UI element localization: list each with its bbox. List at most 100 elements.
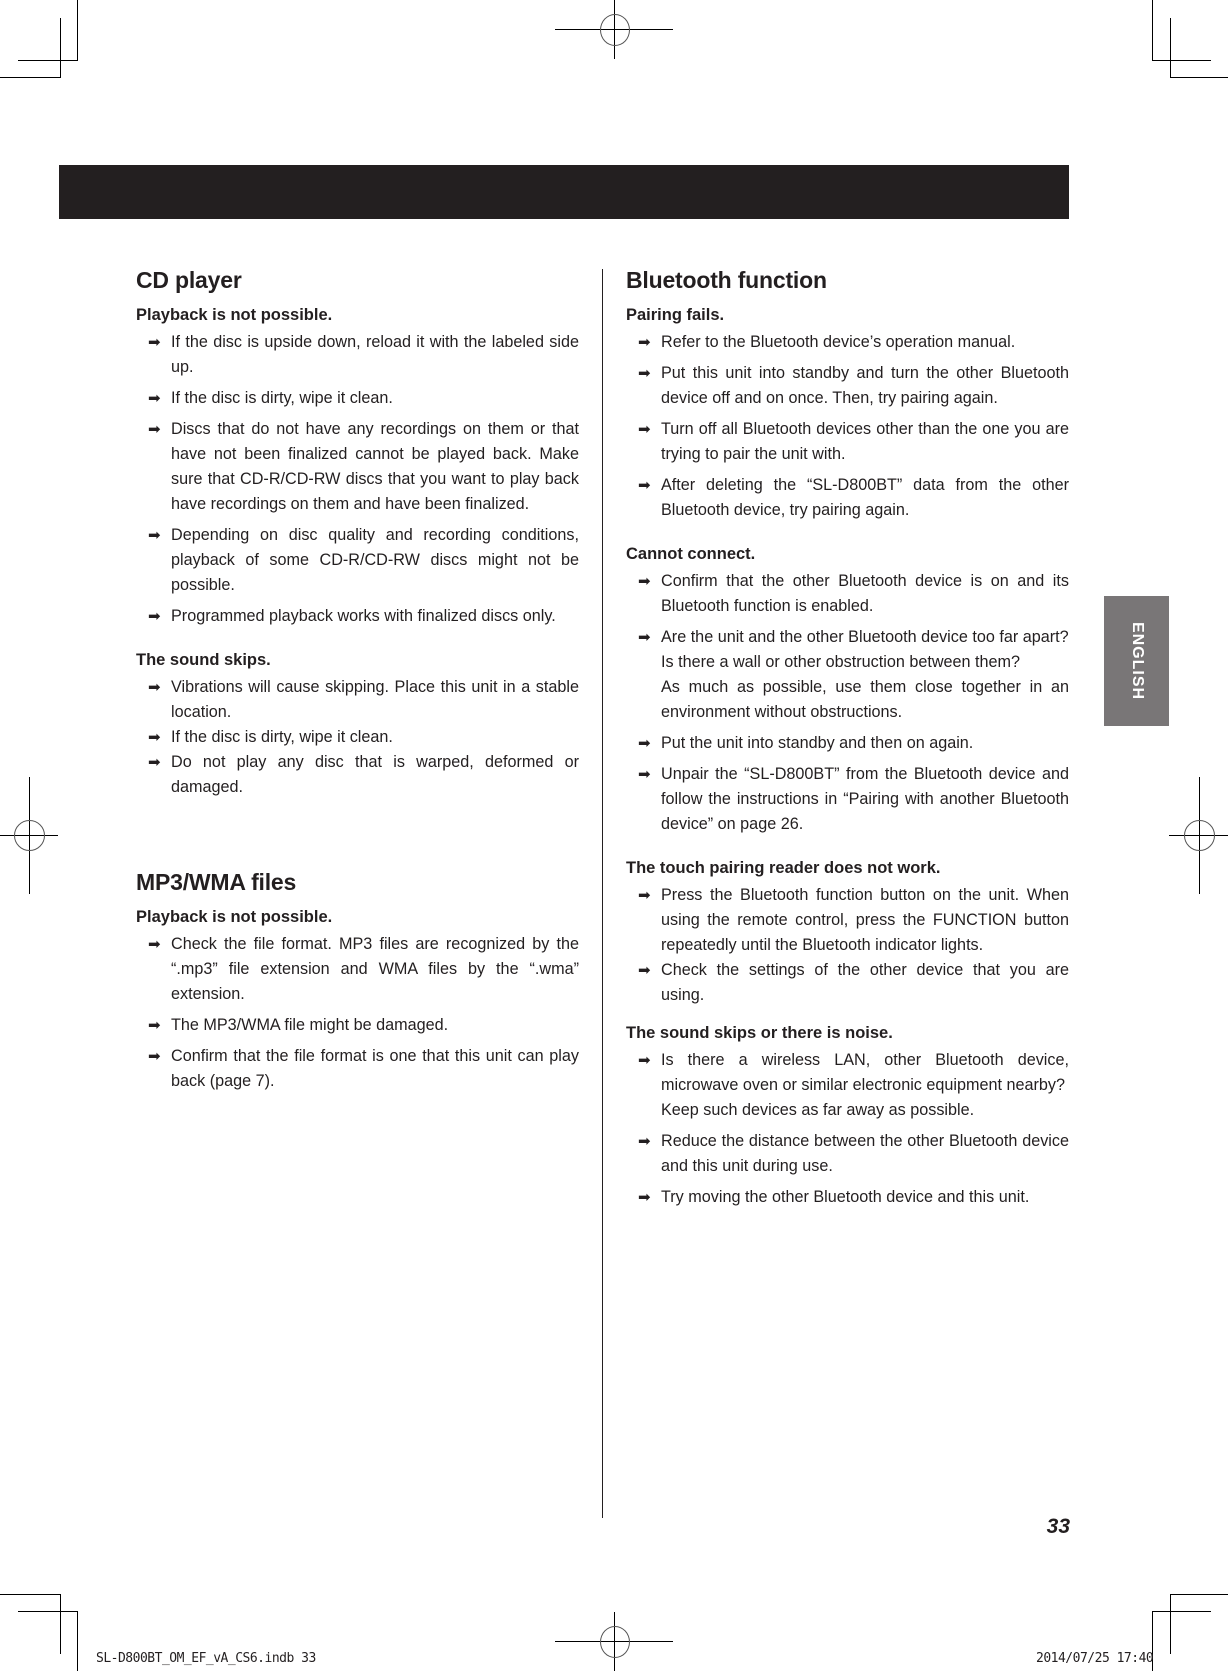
item-text: Unpair the “SL-D800BT” from the Bluetoot… <box>661 765 1069 833</box>
item-text: Is there a wireless LAN, other Bluetooth… <box>661 1051 1069 1094</box>
item-text: Vibrations will cause skipping. Place th… <box>171 678 579 721</box>
crop-mark-line <box>77 1611 78 1671</box>
list-item: ➡ Programmed playback works with finalize… <box>136 604 579 629</box>
problem-heading: The touch pairing reader does not work. <box>626 859 941 877</box>
crop-mark-line <box>1170 1594 1228 1595</box>
problem-heading: The sound skips. <box>136 651 271 669</box>
list-item: ➡ Depending on disc quality and recording… <box>136 523 579 598</box>
list-item: ➡ Discs that do not have any recordings o… <box>136 417 579 517</box>
right-arrow-icon: ➡ <box>148 936 161 953</box>
item-subtext: Keep such devices as far away as possibl… <box>661 1101 975 1119</box>
right-arrow-icon: ➡ <box>638 629 651 646</box>
list-item: ➡ Confirm that the file format is one tha… <box>136 1044 579 1094</box>
problem-heading: The sound skips or there is noise. <box>626 1024 893 1042</box>
right-arrow-icon: ➡ <box>638 735 651 752</box>
crop-mark-line <box>1170 77 1228 78</box>
print-slug-filename: SL-D800BT_OM_EF_vA_CS6.indb 33 <box>96 1651 316 1666</box>
registration-circle-icon <box>600 1626 630 1658</box>
crop-mark-line <box>0 77 61 78</box>
item-text: Press the Bluetooth function button on t… <box>661 886 1069 954</box>
list-item: ➡ Unpair the “SL-D800BT” from the Bluetoo… <box>626 762 1069 837</box>
item-text: Do not play any disc that is warped, def… <box>171 753 579 796</box>
item-text: Put this unit into standby and turn the … <box>661 364 1069 407</box>
list-item: ➡ The MP3/WMA file might be damaged. <box>136 1013 579 1038</box>
registration-circle-icon <box>600 14 630 46</box>
right-arrow-icon: ➡ <box>148 421 161 438</box>
item-text: After deleting the “SL-D800BT” data from… <box>661 476 1069 519</box>
right-arrow-icon: ➡ <box>638 887 651 904</box>
print-slug-timestamp: 2014/07/25 17:40 <box>1036 1651 1154 1666</box>
right-arrow-icon: ➡ <box>638 962 651 979</box>
item-text: Try moving the other Bluetooth device an… <box>661 1188 1030 1206</box>
item-text: Are the unit and the other Bluetooth dev… <box>661 628 1069 646</box>
list-item: ➡ If the disc is upside down, reload it w… <box>136 330 579 380</box>
list-item: ➡ Put this unit into standby and turn the… <box>626 361 1069 411</box>
list-item: ➡ Reduce the distance between the other B… <box>626 1129 1069 1179</box>
left-column: CD player Playback is not possible. ➡ If … <box>136 262 579 1100</box>
right-arrow-icon: ➡ <box>148 390 161 407</box>
item-text: If the disc is dirty, wipe it clean. <box>171 389 393 407</box>
right-arrow-icon: ➡ <box>638 334 651 351</box>
item-text: Turn off all Bluetooth devices other tha… <box>661 420 1069 463</box>
crop-mark-line <box>60 18 61 78</box>
item-text: Confirm that the file format is one that… <box>171 1047 579 1090</box>
problem-heading: Playback is not possible. <box>136 908 333 926</box>
right-arrow-icon: ➡ <box>638 766 651 783</box>
right-arrow-icon: ➡ <box>148 679 161 696</box>
item-text: Depending on disc quality and recording … <box>171 526 579 594</box>
list-item: ➡ Turn off all Bluetooth devices other th… <box>626 417 1069 467</box>
crop-mark-line <box>1170 1594 1171 1654</box>
list-item: ➡ If the disc is dirty, wipe it clean. <box>136 386 579 411</box>
item-subtext: Is there a wall or other obstruction bet… <box>661 653 1021 671</box>
right-arrow-icon: ➡ <box>148 754 161 771</box>
right-arrow-icon: ➡ <box>148 1048 161 1065</box>
right-arrow-icon: ➡ <box>148 334 161 351</box>
list-item: ➡ Put the unit into standby and then on a… <box>626 731 1069 756</box>
column-divider <box>602 269 603 1518</box>
section-title-mp3-wma: MP3/WMA files <box>136 869 297 895</box>
crop-mark-line <box>1152 0 1153 60</box>
right-arrow-icon: ➡ <box>638 1052 651 1069</box>
list-item: ➡ Are the unit and the other Bluetooth de… <box>626 625 1069 725</box>
item-text: Discs that do not have any recordings on… <box>171 420 579 513</box>
right-arrow-icon: ➡ <box>638 573 651 590</box>
item-text: Put the unit into standby and then on ag… <box>661 734 974 752</box>
list-item: ➡ Press the Bluetooth function button on … <box>626 883 1069 958</box>
item-text: Confirm that the other Bluetooth device … <box>661 572 1069 615</box>
header-bar <box>59 165 1069 219</box>
page-number: 33 <box>1046 1515 1070 1538</box>
item-text: Refer to the Bluetooth device’s operatio… <box>661 333 1016 351</box>
right-arrow-icon: ➡ <box>638 365 651 382</box>
item-text: If the disc is dirty, wipe it clean. <box>171 728 393 746</box>
language-tab: ENGLISH <box>1104 596 1169 726</box>
item-subtext: As much as possible, use them close toge… <box>661 678 1069 721</box>
crop-mark-line <box>18 60 78 61</box>
right-arrow-icon: ➡ <box>638 1133 651 1150</box>
registration-circle-icon <box>14 820 45 851</box>
item-text: Programmed playback works with finalized… <box>171 607 556 625</box>
right-arrow-icon: ➡ <box>148 1017 161 1034</box>
crop-mark-line <box>1152 60 1211 61</box>
problem-heading: Cannot connect. <box>626 545 756 563</box>
list-item: ➡ Refer to the Bluetooth device’s operati… <box>626 330 1069 355</box>
right-column: Bluetooth function Pairing fails. ➡ Refer… <box>626 262 1069 1216</box>
right-arrow-icon: ➡ <box>638 1189 651 1206</box>
registration-circle-icon <box>1184 820 1215 851</box>
list-item: ➡ Check the settings of the other device … <box>626 958 1069 1008</box>
right-arrow-icon: ➡ <box>148 527 161 544</box>
list-item: ➡ Try moving the other Bluetooth device a… <box>626 1185 1069 1210</box>
crop-mark-line <box>1170 18 1171 78</box>
right-arrow-icon: ➡ <box>148 729 161 746</box>
list-item: ➡ If the disc is dirty, wipe it clean. <box>136 725 579 750</box>
item-text: The MP3/WMA file might be damaged. <box>171 1016 449 1034</box>
right-arrow-icon: ➡ <box>638 421 651 438</box>
language-tab-label: ENGLISH <box>1128 621 1146 701</box>
list-item: ➡ Check the file format. MP3 files are re… <box>136 932 579 1007</box>
crop-mark-line <box>18 1611 78 1612</box>
list-item: ➡ After deleting the “SL-D800BT” data fro… <box>626 473 1069 523</box>
problem-heading: Pairing fails. <box>626 306 725 324</box>
crop-mark-line <box>77 0 78 60</box>
crop-mark-line <box>60 1594 61 1654</box>
list-item: ➡ Confirm that the other Bluetooth device… <box>626 569 1069 619</box>
list-item: ➡ Vibrations will cause skipping. Place t… <box>136 675 579 725</box>
